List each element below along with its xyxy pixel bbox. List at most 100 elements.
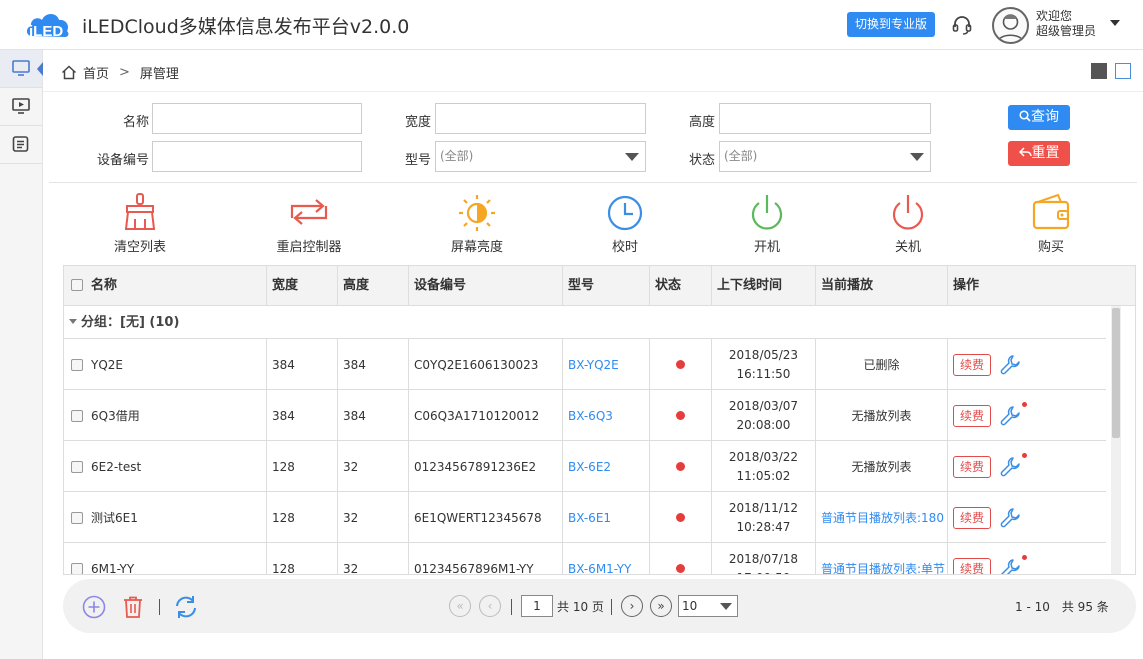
next-page-button[interactable]: ›	[621, 595, 643, 617]
online-date: 2018/03/07	[728, 398, 799, 413]
breadcrumb-home[interactable]: 首页	[83, 63, 109, 82]
row-checkbox[interactable]	[71, 460, 83, 473]
actions-cell: 续费	[947, 492, 1106, 543]
group-row[interactable]: 分组：[无] (10)	[64, 306, 1106, 339]
view-toggle-light[interactable]	[1115, 63, 1131, 79]
model-link[interactable]: BX-6Q3	[562, 390, 649, 441]
settings-wrench-button[interactable]	[999, 506, 1023, 530]
prev-page-button[interactable]: ‹	[479, 595, 501, 617]
height-cell: 32	[337, 492, 408, 543]
time-sync-button[interactable]: 校时	[575, 192, 675, 260]
actions-cell: 续费	[947, 543, 1106, 574]
settings-wrench-button[interactable]	[999, 554, 1027, 574]
table-row[interactable]: YQ2E 384 384 C0YQ2E1606130023 BX-YQ2E 2018/05…	[64, 339, 1106, 390]
row-select-cell	[64, 390, 86, 441]
width-cell: 128	[266, 492, 337, 543]
view-toggle-dark[interactable]	[1091, 63, 1107, 79]
power-off-label: 关机	[894, 240, 921, 255]
actions-cell: 续费	[947, 339, 1106, 390]
switch-pro-button[interactable]: 切换到专业版	[847, 12, 935, 37]
column-header[interactable]: 名称	[86, 266, 266, 306]
last-page-button[interactable]: »	[650, 595, 672, 617]
column-header[interactable]: 状态	[649, 266, 711, 306]
model-link[interactable]: BX-YQ2E	[562, 339, 649, 390]
renew-button[interactable]: 续费	[953, 404, 991, 427]
model-link[interactable]: BX-6M1-YY	[562, 543, 649, 574]
power-off-button[interactable]: 关机	[858, 192, 958, 260]
renew-button[interactable]: 续费	[953, 455, 991, 478]
table-row[interactable]: 6E2-test 128 32 01234567891236E2 BX-6E2 2018/…	[64, 441, 1106, 492]
page-size-select[interactable]: 10	[678, 595, 738, 617]
trash-icon[interactable]	[121, 595, 145, 619]
headset-icon[interactable]	[951, 14, 973, 36]
row-checkbox[interactable]	[71, 562, 83, 574]
vertical-scrollbar[interactable]	[1111, 306, 1121, 574]
nav-list[interactable]	[0, 126, 42, 164]
row-checkbox[interactable]	[71, 409, 83, 422]
model-select[interactable]: (全部)	[435, 141, 646, 172]
settings-wrench-button[interactable]	[999, 401, 1027, 428]
purchase-button[interactable]: 购买	[1001, 192, 1101, 260]
renew-button[interactable]: 续费	[953, 506, 991, 529]
name-cell: YQ2E	[91, 357, 123, 372]
height-label: 高度	[688, 115, 715, 130]
table-row[interactable]: 6M1-YY 128 32 01234567896M1-YY BX-6M1-YY 2018…	[64, 543, 1106, 574]
user-greeting[interactable]: 欢迎您 超级管理员	[1036, 9, 1096, 39]
user-menu-caret-icon[interactable]	[1110, 20, 1120, 26]
select-all-checkbox[interactable]	[71, 279, 83, 291]
current-playing-cell[interactable]: 普通节目播放列表:单节	[815, 543, 947, 574]
table-row[interactable]: 6Q3借用 384 384 C06Q3A1710120012 BX-6Q3 2018/03…	[64, 390, 1106, 441]
device-input[interactable]	[152, 141, 362, 172]
home-icon[interactable]	[61, 65, 77, 80]
renew-button[interactable]: 续费	[953, 557, 991, 574]
name-input[interactable]	[152, 103, 362, 134]
status-cell	[649, 492, 711, 543]
column-header[interactable]: 上下线时间	[711, 266, 815, 306]
column-header[interactable]: 型号	[562, 266, 649, 306]
table-row[interactable]: 测试6E1 128 32 6E1QWERT12345678 BX-6E1 2018/11/…	[64, 492, 1106, 543]
current-playing-cell[interactable]: 普通节目播放列表:180	[815, 492, 947, 543]
settings-wrench-button[interactable]	[999, 452, 1027, 479]
row-checkbox[interactable]	[71, 511, 83, 524]
current-playing-cell: 已删除	[815, 339, 947, 390]
column-header[interactable]: 操作	[947, 266, 1107, 306]
clear-list-button[interactable]: 清空列表	[90, 192, 190, 260]
column-header[interactable]: 当前播放	[815, 266, 947, 306]
row-checkbox[interactable]	[71, 358, 83, 371]
query-button[interactable]: 查询	[1008, 105, 1070, 130]
page-size-value: 10	[682, 599, 698, 613]
settings-wrench-button[interactable]	[999, 353, 1023, 377]
restart-controller-button[interactable]: 重启控制器	[259, 192, 359, 260]
width-cell: 384	[266, 339, 337, 390]
row-select-cell	[64, 543, 86, 574]
first-page-button[interactable]: «	[449, 595, 471, 617]
power-on-button[interactable]: 开机	[717, 192, 817, 260]
height-input[interactable]	[719, 103, 931, 134]
column-header[interactable]: 设备编号	[408, 266, 562, 306]
iled-logo: iLED	[26, 14, 69, 40]
add-circle-icon[interactable]	[82, 595, 106, 619]
column-header[interactable]: 宽度	[266, 266, 337, 306]
model-link[interactable]: BX-6E1	[562, 492, 649, 543]
notification-dot	[1022, 401, 1027, 407]
renew-button[interactable]: 续费	[953, 353, 991, 376]
status-select[interactable]: (全部)	[719, 141, 931, 172]
avatar[interactable]	[992, 7, 1029, 44]
model-link[interactable]: BX-6E2	[562, 441, 649, 492]
nav-screen-management[interactable]	[0, 50, 43, 88]
screen-brightness-button[interactable]: 屏幕亮度	[427, 192, 527, 260]
reset-button[interactable]: 重置	[1008, 141, 1070, 166]
current-playing-cell: 无播放列表	[815, 390, 947, 441]
name-cell: 6Q3借用	[91, 409, 140, 423]
refresh-icon[interactable]	[173, 595, 199, 619]
nav-media-player[interactable]	[0, 88, 42, 126]
online-time-cell: 2018/11/12 10:28:47	[711, 492, 815, 543]
breadcrumb-separator: >	[119, 65, 130, 80]
page-number-input[interactable]: 1	[521, 595, 553, 617]
main-content: 名称 宽度 高度 查询 设备编号 型号 (全部) 状态 (全部) 重置 清空列表…	[43, 92, 1143, 659]
column-header[interactable]: 高度	[337, 266, 408, 306]
height-cell: 384	[337, 390, 408, 441]
online-time: 16:11:50	[736, 366, 791, 381]
width-input[interactable]	[435, 103, 646, 134]
scrollbar-thumb[interactable]	[1112, 308, 1120, 438]
